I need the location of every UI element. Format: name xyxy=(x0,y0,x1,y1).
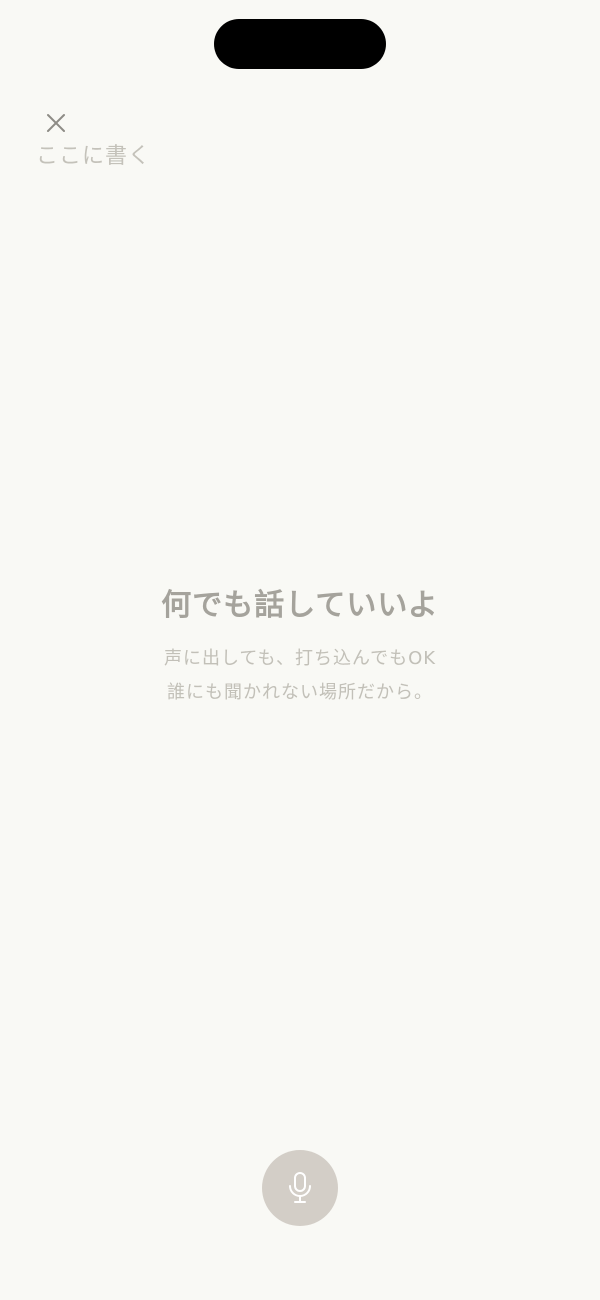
microphone-button[interactable] xyxy=(262,1150,338,1226)
empty-state-title: 何でも話していいよ xyxy=(161,588,439,623)
close-button[interactable] xyxy=(38,105,74,141)
empty-state-subtitle-line-2: 誰にも聞かれない場所だから。 xyxy=(167,682,433,703)
microphone-icon xyxy=(289,1172,311,1203)
compose-input[interactable] xyxy=(36,138,556,174)
dynamic-island xyxy=(214,19,386,69)
empty-state: 何でも話していいよ 声に出しても、打ち込んでもOK 誰にも聞かれない場所だから。 xyxy=(0,584,600,710)
voice-journal-screen: 何でも話していいよ 声に出しても、打ち込んでもOK 誰にも聞かれない場所だから。 xyxy=(0,0,600,1300)
close-icon xyxy=(47,114,65,132)
empty-state-subtitle-line-1: 声に出しても、打ち込んでもOK xyxy=(163,648,437,669)
empty-state-subtitle: 声に出しても、打ち込んでもOK 誰にも聞かれない場所だから。 xyxy=(0,642,600,710)
